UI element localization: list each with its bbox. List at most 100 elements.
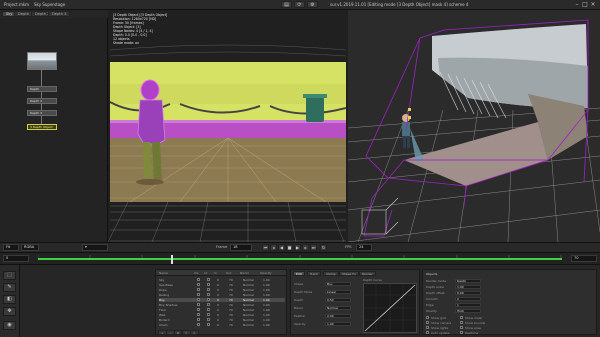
tab-render[interactable]: Render [359,271,376,276]
go-end-icon[interactable]: ⏭ [310,244,317,251]
tab-depth-3[interactable]: Depth 3 [48,11,71,17]
node-graph[interactable]: Depth Depth 2 Depth 3 3 Depth Object [0,18,108,242]
visibility-toggle[interactable] [197,283,200,286]
settings-icon[interactable]: ⚙ [307,1,318,8]
lock-toggle[interactable] [207,288,210,291]
layer-row[interactable]: Sky 0 70 Normal 1.00 [159,278,285,282]
close-icon[interactable]: × [590,2,596,8]
property-field[interactable]: 2.00 [325,314,351,318]
setting-field[interactable]: 1 [455,303,481,307]
lock-toggle[interactable] [207,318,210,321]
setting-field[interactable]: 0.00 [455,291,481,295]
lock-toggle[interactable] [207,293,210,296]
view-tool-icon[interactable]: ◉ [3,321,16,330]
visibility-toggle[interactable] [197,288,200,291]
frame-input[interactable]: 18 [230,244,252,251]
col-visible: Vis [194,271,199,275]
node-depth-object-selected[interactable]: 3 Depth Object [27,124,57,130]
visibility-toggle[interactable] [197,313,200,316]
layer-row[interactable]: Bollard 0 70 Normal 1.00 [159,318,285,322]
playhead[interactable] [171,255,173,264]
shape-tool-icon[interactable]: ◧ [3,295,16,304]
setting-field[interactable]: High [455,309,481,313]
property-field[interactable]: Boy [325,282,351,286]
setting-checkbox[interactable] [460,326,463,329]
view-mode-select[interactable]: ▾ [82,244,108,251]
image-viewer[interactable]: [3 Depth Object] [3 Depth Object] Resolu… [108,10,348,242]
play-icon[interactable]: ▶ [294,244,301,251]
minimize-icon[interactable]: – [574,2,580,8]
project-label[interactable]: Project.mkm [4,2,29,7]
setting-checkbox[interactable] [426,326,429,329]
layer-list-header: Name Vis Lk In Out Blend Opacity [156,270,286,276]
lock-toggle[interactable] [207,308,210,311]
lock-toggle[interactable] [207,313,210,316]
layer-row[interactable]: Wall 0 70 Normal 1.00 [159,313,285,317]
select-tool-icon[interactable]: ⬚ [3,271,16,280]
move-down-button[interactable]: ⇩ [190,330,199,335]
property-field[interactable]: Linear [325,290,351,294]
3d-view[interactable] [348,10,600,242]
go-start-icon[interactable]: ⏮ [262,244,269,251]
tab-edit[interactable]: Edit [293,271,305,276]
source-node-thumbnail[interactable] [27,52,57,70]
setting-checkbox[interactable] [460,331,463,334]
panel-icon[interactable]: ▤ [281,1,292,8]
layer-row[interactable]: Floor 0 70 Normal 1.00 [159,308,285,312]
loop-icon[interactable]: ↻ [320,244,327,251]
property-field[interactable]: Normal [325,306,351,310]
maximize-icon[interactable]: □ [582,2,588,8]
layer-row[interactable]: Railing 0 70 Normal 1.00 [159,293,285,297]
depth-curve-editor[interactable] [363,283,417,333]
layer-row[interactable]: Boy Shadow 0 70 Normal 1.00 [159,303,285,307]
zoom-select[interactable]: Fit [3,244,19,251]
visibility-toggle[interactable] [197,293,200,296]
stop-icon[interactable]: ■ [286,244,293,251]
setting-field[interactable]: 1.00 [455,285,481,289]
setting-field[interactable]: 2 [455,297,481,301]
setting-checkbox[interactable] [426,331,429,334]
end-frame-input[interactable]: 70 [571,255,597,262]
step-back-icon[interactable]: ◂ [270,244,277,251]
node-depth[interactable]: Depth [27,86,57,92]
setting-checkbox[interactable] [426,316,429,319]
visibility-toggle[interactable] [197,323,200,326]
layer-row[interactable]: Chain 0 70 Normal 1.00 [159,323,285,327]
tab-clamp[interactable]: Clamp [323,271,339,276]
refresh-icon[interactable]: ⟳ [294,1,305,8]
node-depth-2[interactable]: Depth 2 [27,98,57,104]
lock-toggle[interactable] [207,278,210,281]
visibility-toggle[interactable] [197,308,200,311]
visibility-toggle[interactable] [197,318,200,321]
lock-toggle[interactable] [207,303,210,306]
channel-select[interactable]: RGBA [21,244,39,251]
property-field[interactable]: 0.50 [325,298,351,302]
duplicate-layer-button[interactable]: ⧉ [174,330,183,335]
node-depth-3[interactable]: Depth 3 [27,110,57,116]
layer-row[interactable]: Sea Base 0 70 Normal 1.00 [159,283,285,287]
layer-row[interactable]: Boy 0 70 Normal 1.00 [159,298,285,302]
start-frame-input[interactable]: 0 [3,255,29,262]
setting-checkbox[interactable] [460,321,463,324]
tab-shape-fx[interactable]: Shape Fx [339,271,359,276]
lock-toggle[interactable] [207,298,210,301]
transform-tool-icon[interactable]: ✥ [3,307,16,316]
visibility-toggle[interactable] [197,303,200,306]
fps-input[interactable]: 24 [356,244,372,251]
layer-out: 70 [229,288,233,292]
tab-track[interactable]: Track [307,271,321,276]
setting-checkbox[interactable] [460,316,463,319]
setting-checkbox[interactable] [426,321,429,324]
layer-opacity: 1.00 [263,308,270,312]
step-forward-icon[interactable]: ▸ [302,244,309,251]
viewer-image[interactable] [110,62,346,202]
lock-toggle[interactable] [207,283,210,286]
layer-row[interactable]: Rope 0 70 Normal 1.00 [159,288,285,292]
visibility-toggle[interactable] [197,298,200,301]
property-field[interactable]: 1.00 [325,322,351,326]
play-back-icon[interactable]: ◀ [278,244,285,251]
lock-toggle[interactable] [207,323,210,326]
pen-tool-icon[interactable]: ✎ [3,283,16,292]
setting-field[interactable]: Depth [455,279,481,283]
visibility-toggle[interactable] [197,278,200,281]
